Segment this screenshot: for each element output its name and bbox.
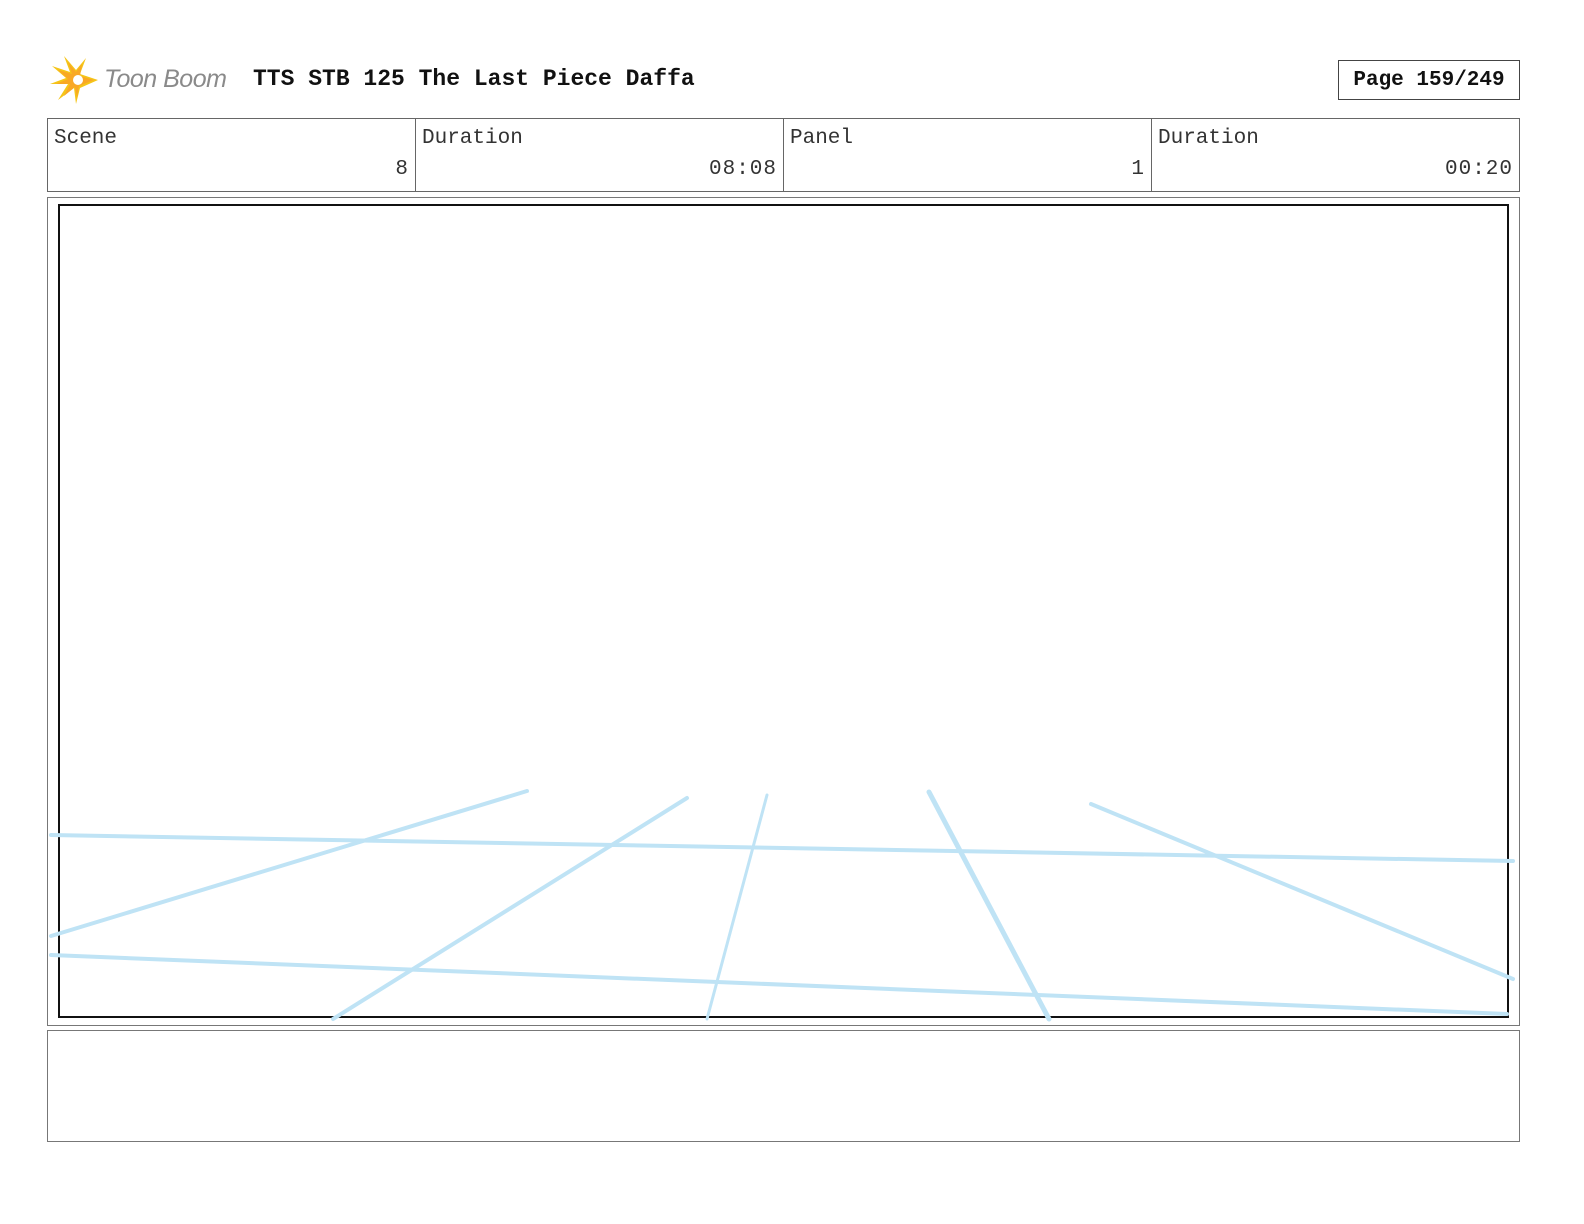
sketch-line [49,833,1515,863]
scene-info-table: Scene 8 Duration 08:08 Panel 1 Duration … [47,118,1520,192]
scene-cell: Scene 8 [48,119,416,191]
scene-duration-cell: Duration 08:08 [416,119,784,191]
toon-boom-logo: Toon Boom [50,54,240,106]
page-number: Page 159/249 [1338,60,1520,100]
sketch-line [49,953,1509,1016]
perspective-grid-sketch [49,789,1515,1022]
logo-text: Toon Boom [104,65,227,93]
scene-value: 8 [395,158,409,181]
panel-duration-value: 00:20 [1444,158,1513,181]
sketch-line [926,789,1052,1022]
starburst-icon [50,56,98,104]
panel-value: 1 [1131,158,1145,181]
panel-duration-label: Duration [1158,127,1259,150]
panel-duration-cell: Duration 00:20 [1152,119,1519,191]
panel-label: Panel [790,127,854,150]
sketch-line [49,789,529,938]
panel-cell: Panel 1 [784,119,1152,191]
sketch-line [331,796,689,1021]
document-title: TTS STB 125 The Last Piece Daffa [253,66,695,92]
scene-label: Scene [54,127,118,150]
page-header: Toon Boom TTS STB 125 The Last Piece Daf… [50,54,1520,106]
scene-duration-value: 08:08 [708,158,777,181]
sketch-line [1089,802,1515,981]
scene-duration-label: Duration [422,127,523,150]
panel-notes-box [47,1030,1520,1142]
